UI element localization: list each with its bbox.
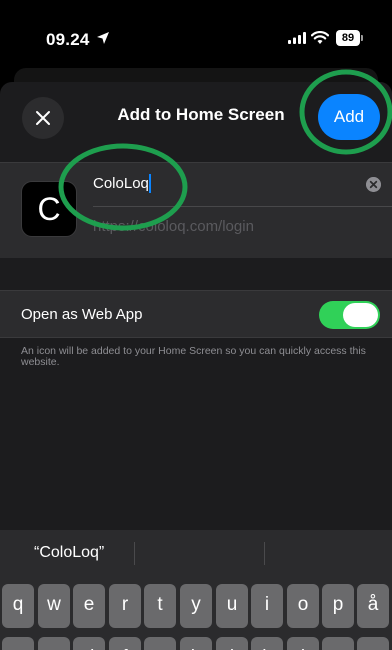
add-button[interactable]: Add <box>318 94 380 140</box>
keyboard: “ColoLoq” q w e r t y u i o p å a s d f … <box>0 530 392 650</box>
keyboard-row-2: a s d f g h j k l ø æ <box>0 637 392 650</box>
key-d[interactable]: d <box>73 637 105 650</box>
key-r[interactable]: r <box>109 584 141 628</box>
key-w[interactable]: w <box>38 584 70 628</box>
key-u[interactable]: u <box>216 584 248 628</box>
key-o[interactable]: o <box>287 584 319 628</box>
key-y[interactable]: y <box>180 584 212 628</box>
key-i[interactable]: i <box>251 584 283 628</box>
suggestion-divider <box>264 542 265 565</box>
toggle-knob <box>343 303 378 327</box>
key-f[interactable]: f <box>109 637 141 650</box>
sheet-nav-bar: Add to Home Screen Add <box>0 82 392 162</box>
key-p[interactable]: p <box>322 584 354 628</box>
location-arrow-icon <box>97 32 109 44</box>
key-o-slash[interactable]: ø <box>322 637 354 650</box>
clear-text-icon[interactable] <box>366 177 381 192</box>
key-e[interactable]: e <box>73 584 105 628</box>
url-field: https://cololoq.com/login <box>93 218 254 235</box>
key-k[interactable]: k <box>251 637 283 650</box>
key-j[interactable]: j <box>216 637 248 650</box>
status-bar: 09.24 89 <box>0 0 392 78</box>
web-app-footnote: An icon will be added to your Home Scree… <box>21 345 366 368</box>
status-time: 09.24 <box>46 30 90 49</box>
keyboard-row-1: q w e r t y u i o p å <box>0 584 392 628</box>
bookmark-card: C https://cololoq.com/login <box>0 162 392 258</box>
text-caret <box>149 174 151 193</box>
wifi-icon <box>311 31 329 44</box>
web-app-row: Open as Web App <box>0 290 392 338</box>
key-t[interactable]: t <box>144 584 176 628</box>
key-ae[interactable]: æ <box>357 637 389 650</box>
name-field-row <box>93 163 392 207</box>
key-h[interactable]: h <box>180 637 212 650</box>
name-input[interactable] <box>93 175 353 192</box>
key-a[interactable]: a <box>2 637 34 650</box>
key-q[interactable]: q <box>2 584 34 628</box>
key-l[interactable]: l <box>287 637 319 650</box>
battery-icon: 89 <box>336 30 360 46</box>
app-icon-preview: C <box>21 181 77 237</box>
key-a-ring[interactable]: å <box>357 584 389 628</box>
key-s[interactable]: s <box>38 637 70 650</box>
key-g[interactable]: g <box>144 637 176 650</box>
suggestion-bar: “ColoLoq” <box>0 530 392 576</box>
battery-nub <box>361 35 363 41</box>
suggestion-1[interactable]: “ColoLoq” <box>34 544 104 562</box>
signal-icon <box>288 32 306 44</box>
web-app-toggle[interactable] <box>319 301 380 329</box>
web-app-label: Open as Web App <box>21 306 143 323</box>
suggestion-divider <box>134 542 135 565</box>
